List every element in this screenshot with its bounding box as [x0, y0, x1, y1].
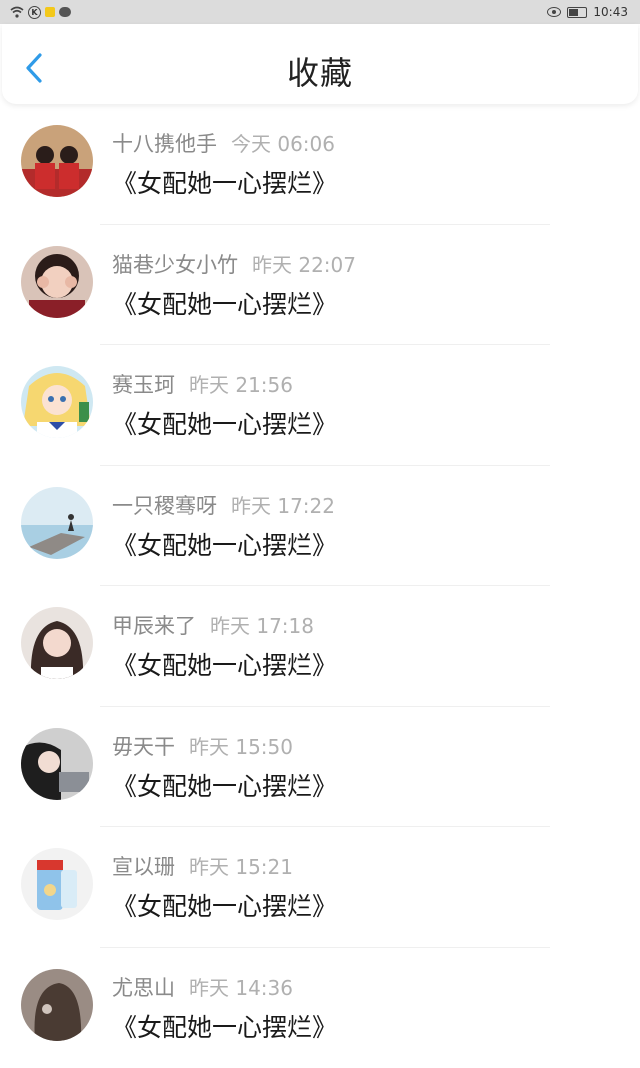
item-meta: 猫巷少女小竹昨天 22:07: [112, 249, 356, 277]
favorites-list: 十八携他手今天 06:06 《女配她一心摆烂》 猫巷少女小竹昨天 22:07 《…: [0, 104, 640, 1068]
book-title: 《女配她一心摆烂》: [112, 887, 337, 923]
header-bar: 收藏: [2, 24, 638, 104]
item-meta: 宣以珊昨天 15:21: [112, 851, 293, 879]
avatar: [21, 728, 93, 800]
wifi-icon: [10, 6, 24, 18]
list-item[interactable]: 一只稷骞呀昨天 17:22 《女配她一心摆烂》: [0, 466, 640, 587]
wechat-icon: [59, 7, 71, 17]
list-item[interactable]: 猫巷少女小竹昨天 22:07 《女配她一心摆烂》: [0, 225, 640, 346]
battery-icon: [567, 7, 587, 18]
book-title: 《女配她一心摆烂》: [112, 285, 337, 321]
item-meta: 毋天干昨天 15:50: [112, 731, 293, 759]
item-meta: 尤思山昨天 14:36: [112, 972, 293, 1000]
timestamp: 昨天 22:07: [252, 253, 356, 277]
book-title: 《女配她一心摆烂》: [112, 405, 337, 441]
book-title: 《女配她一心摆烂》: [112, 1008, 337, 1044]
user-name: 猫巷少女小竹: [112, 253, 238, 277]
item-meta: 甲辰来了昨天 17:18: [112, 610, 314, 638]
list-item[interactable]: 赛玉珂昨天 21:56 《女配她一心摆烂》: [0, 345, 640, 466]
user-name: 赛玉珂: [112, 373, 175, 397]
list-item[interactable]: 尤思山昨天 14:36 《女配她一心摆烂》: [0, 948, 640, 1068]
avatar: [21, 848, 93, 920]
book-title: 《女配她一心摆烂》: [112, 646, 337, 682]
item-meta: 赛玉珂昨天 21:56: [112, 369, 293, 397]
status-icons-right: 10:43: [547, 4, 628, 20]
eye-icon: [547, 7, 561, 17]
book-title: 《女配她一心摆烂》: [112, 526, 337, 562]
user-name: 尤思山: [112, 976, 175, 1000]
avatar: [21, 366, 93, 438]
user-name: 宣以珊: [112, 855, 175, 879]
list-item[interactable]: 甲辰来了昨天 17:18 《女配她一心摆烂》: [0, 586, 640, 707]
book-title: 《女配她一心摆烂》: [112, 164, 337, 200]
user-name: 十八携他手: [112, 132, 217, 156]
timestamp: 昨天 17:22: [231, 494, 335, 518]
notification-app-icon: [45, 7, 55, 17]
avatar: [21, 607, 93, 679]
avatar: [21, 125, 93, 197]
timestamp: 昨天 21:56: [189, 373, 293, 397]
user-name: 甲辰来了: [112, 614, 196, 638]
timestamp: 昨天 17:18: [210, 614, 314, 638]
book-title: 《女配她一心摆烂》: [112, 767, 337, 803]
avatar: [21, 246, 93, 318]
status-time: 10:43: [593, 5, 628, 19]
timestamp: 昨天 15:21: [189, 855, 293, 879]
avatar: [21, 487, 93, 559]
list-item[interactable]: 毋天干昨天 15:50 《女配她一心摆烂》: [0, 707, 640, 828]
page-title: 收藏: [2, 48, 638, 94]
item-meta: 一只稷骞呀昨天 17:22: [112, 490, 335, 518]
timestamp: 今天 06:06: [231, 132, 335, 156]
status-bar: K 10:43: [0, 0, 640, 24]
list-item[interactable]: 十八携他手今天 06:06 《女配她一心摆烂》: [0, 104, 640, 225]
timestamp: 昨天 14:36: [189, 976, 293, 1000]
k-app-icon: K: [28, 6, 41, 19]
list-item[interactable]: 宣以珊昨天 15:21 《女配她一心摆烂》: [0, 827, 640, 948]
user-name: 一只稷骞呀: [112, 494, 217, 518]
user-name: 毋天干: [112, 735, 175, 759]
item-meta: 十八携他手今天 06:06: [112, 128, 335, 156]
timestamp: 昨天 15:50: [189, 735, 293, 759]
status-icons-left: K: [10, 4, 71, 20]
avatar: [21, 969, 93, 1041]
